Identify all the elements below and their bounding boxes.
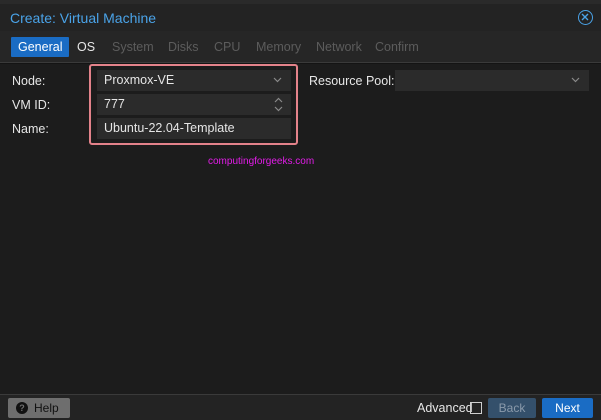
question-icon: ? [16, 402, 28, 414]
close-button[interactable] [578, 10, 593, 25]
node-label: Node: [12, 74, 45, 88]
tab-memory[interactable]: Memory [256, 37, 301, 57]
advanced-label: Advanced [417, 401, 473, 415]
resource-pool-select[interactable] [395, 70, 589, 91]
tab-os[interactable]: OS [77, 37, 95, 57]
back-button[interactable]: Back [488, 398, 536, 418]
tab-disks[interactable]: Disks [168, 37, 199, 57]
dialog-footer: ? Help Advanced Back Next [0, 394, 601, 420]
highlight-box [89, 64, 298, 145]
tab-general[interactable]: General [11, 37, 69, 57]
name-label: Name: [12, 122, 49, 136]
tab-network[interactable]: Network [316, 37, 362, 57]
tab-cpu[interactable]: CPU [214, 37, 240, 57]
help-button-label: Help [34, 398, 59, 418]
next-button[interactable]: Next [542, 398, 593, 418]
tab-system[interactable]: System [112, 37, 154, 57]
dialog-title: Create: Virtual Machine [10, 10, 156, 26]
resource-pool-label: Resource Pool: [309, 74, 394, 88]
vmid-label: VM ID: [12, 98, 50, 112]
advanced-checkbox[interactable] [470, 402, 482, 414]
dialog-titlebar[interactable]: Create: Virtual Machine [0, 4, 601, 31]
help-button[interactable]: ? Help [8, 398, 70, 418]
chevron-down-icon [571, 77, 580, 83]
tab-confirm[interactable]: Confirm [375, 37, 419, 57]
watermark-text: computingforgeeks.com [208, 156, 314, 167]
wizard-tabs: General OS System Disks CPU Memory Netwo… [0, 31, 601, 63]
close-icon [581, 13, 589, 21]
